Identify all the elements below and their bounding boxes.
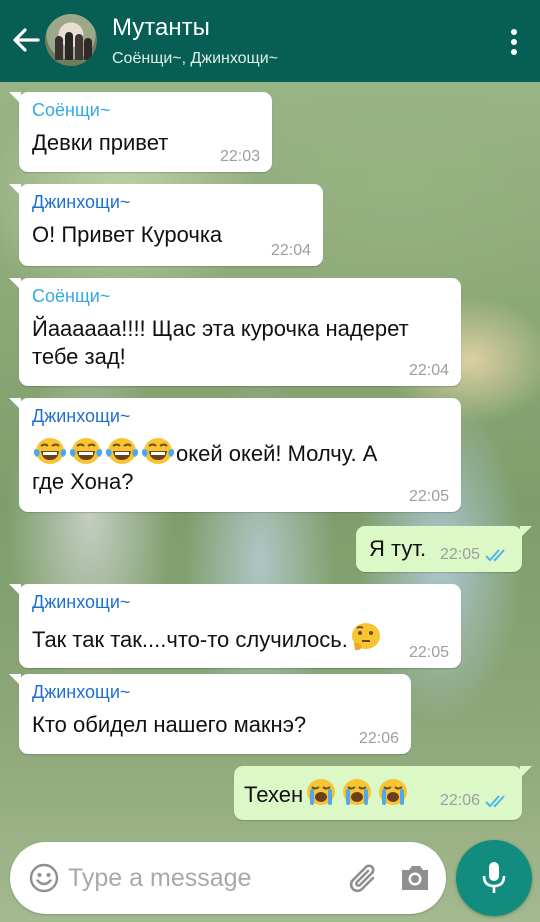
- message-time: 22:05: [439, 546, 480, 563]
- message-sender: Соёнщи~: [32, 286, 111, 306]
- group-avatar[interactable]: [45, 14, 97, 66]
- loudly-crying-face-icon: [307, 779, 336, 805]
- microphone-icon: [482, 862, 506, 893]
- thinking-face-icon: [351, 623, 380, 651]
- read-ticks-icon: [485, 795, 505, 808]
- message-time: 22:05: [408, 488, 449, 505]
- message-time: 22:04: [270, 242, 311, 259]
- message-text-line: Йаааааа!!!! Щас эта курочка надерет: [32, 316, 409, 341]
- chat-participants[interactable]: Соёнщи~, Джинхощи~: [112, 50, 278, 68]
- camera-icon: [402, 866, 428, 890]
- message-sender: Джинхощи~: [32, 406, 131, 426]
- message-bubble[interactable]: Джинхощи~ окей окей! Молчу. А где Хона? …: [9, 398, 461, 512]
- message-time: 22:03: [219, 148, 260, 165]
- message-bubble[interactable]: Соёнщи~ Йаааааа!!!! Щас эта курочка наде…: [9, 278, 461, 386]
- message-text: Техен: [244, 782, 304, 807]
- message-bubble-outgoing[interactable]: Я тут. 22:05: [356, 526, 532, 572]
- message-text: Я тут.: [369, 536, 427, 561]
- message-input[interactable]: [68, 856, 338, 900]
- message-sender: Джинхощи~: [32, 592, 131, 612]
- chat-header: Мутанты Соёнщи~, Джинхощи~: [0, 0, 540, 82]
- camera-button[interactable]: [398, 862, 432, 894]
- face-with-tears-of-joy-icon: [105, 438, 139, 464]
- smiley-icon: [29, 863, 59, 893]
- message-text: Кто обидел нашего макнэ?: [32, 712, 307, 737]
- message-sender: Соёнщи~: [32, 100, 111, 120]
- paperclip-icon: [349, 864, 375, 893]
- message-text: Так так так....что-то случилось.: [32, 627, 348, 652]
- message-time: 22:05: [408, 644, 449, 661]
- message-time: 22:06: [439, 792, 480, 809]
- message-composer: [10, 842, 446, 914]
- loudly-crying-face-icon: [343, 779, 372, 805]
- arrow-left-icon: [13, 28, 40, 52]
- loudly-crying-face-icon: [379, 779, 408, 805]
- message-sender: Джинхощи~: [32, 192, 131, 212]
- message-text-line: где Хона?: [32, 469, 134, 494]
- message-text-line: тебе зад!: [32, 344, 126, 369]
- more-vert-icon: [508, 29, 520, 55]
- more-options-button[interactable]: [508, 26, 520, 58]
- face-with-tears-of-joy-icon: [69, 438, 103, 464]
- face-with-tears-of-joy-icon: [33, 438, 67, 464]
- message-time: 22:06: [358, 730, 399, 747]
- message-bubble-outgoing[interactable]: Техен 22:06: [234, 766, 532, 820]
- emoji-button[interactable]: [28, 862, 60, 894]
- message-bubble[interactable]: Джинхощи~ Кто обидел нашего макнэ? 22:06: [9, 674, 411, 754]
- back-button[interactable]: [8, 20, 44, 60]
- message-bubble[interactable]: Джинхощи~ О! Привет Курочка 22:04: [9, 184, 323, 266]
- message-bubble[interactable]: Джинхощи~ Так так так....что-то случилос…: [9, 584, 461, 668]
- face-with-tears-of-joy-icon: [141, 438, 175, 464]
- message-time: 22:04: [408, 362, 449, 379]
- message-bubble[interactable]: Соёнщи~ Девки привет 22:03: [9, 92, 272, 172]
- voice-message-button[interactable]: [456, 840, 532, 916]
- chat-title[interactable]: Мутанты: [112, 14, 210, 42]
- message-text: О! Привет Курочка: [32, 222, 223, 247]
- message-text-line: окей окей! Молчу. А: [176, 441, 378, 466]
- message-sender: Джинхощи~: [32, 682, 131, 702]
- attach-button[interactable]: [346, 860, 382, 896]
- read-ticks-icon: [485, 549, 505, 562]
